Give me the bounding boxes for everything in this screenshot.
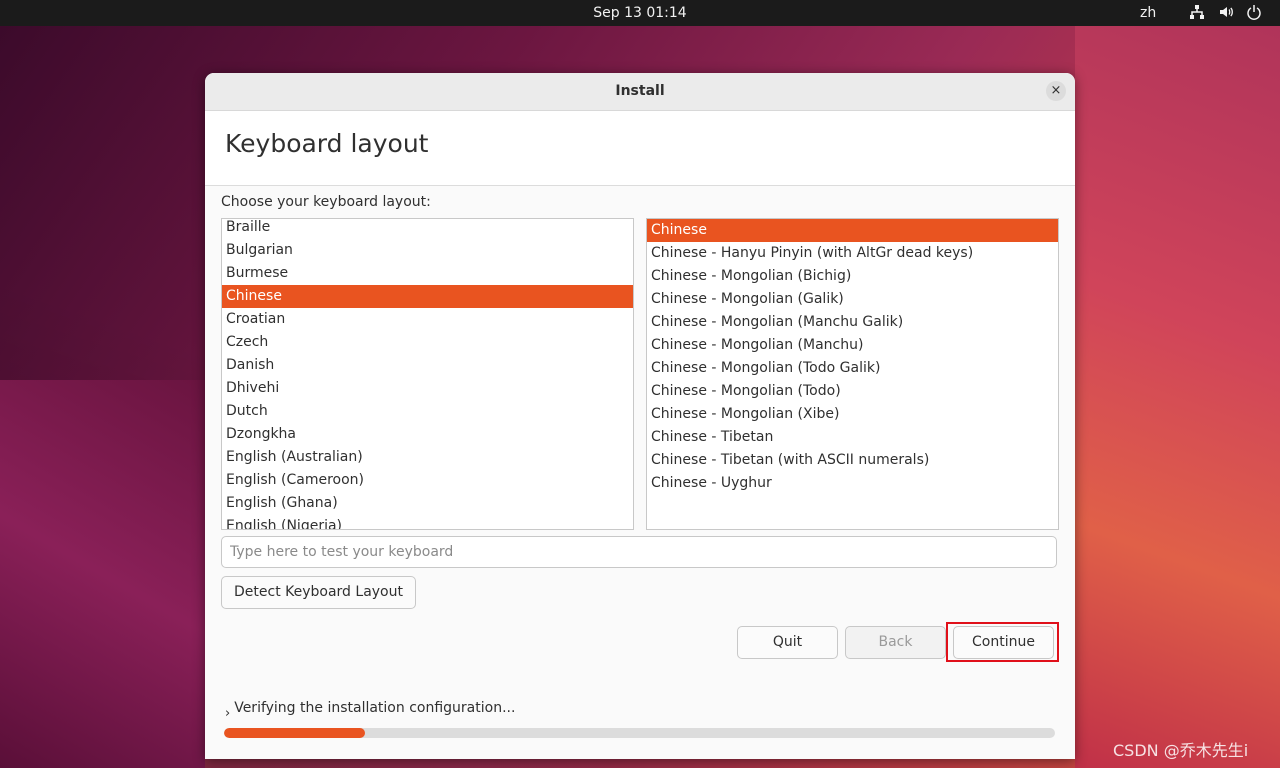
wallpaper-shape bbox=[0, 380, 205, 768]
list-item[interactable]: Chinese - Mongolian (Xibe) bbox=[647, 403, 1058, 426]
top-bar: Sep 13 01:14 zh bbox=[0, 0, 1280, 26]
list-item[interactable]: English (Ghana) bbox=[222, 492, 633, 515]
list-item[interactable]: Danish bbox=[222, 354, 633, 377]
list-item[interactable]: Chinese - Mongolian (Todo Galik) bbox=[647, 357, 1058, 380]
list-item[interactable]: Czech bbox=[222, 331, 633, 354]
wallpaper-shape bbox=[1075, 26, 1280, 768]
list-item[interactable]: Chinese - Uyghur bbox=[647, 472, 1058, 495]
list-item[interactable]: English (Cameroon) bbox=[222, 469, 633, 492]
list-item[interactable]: Dzongkha bbox=[222, 423, 633, 446]
list-item[interactable]: Chinese - Mongolian (Bichig) bbox=[647, 265, 1058, 288]
list-item[interactable]: Chinese - Mongolian (Manchu Galik) bbox=[647, 311, 1058, 334]
window-title: Install bbox=[615, 83, 665, 99]
keyboard-test-input[interactable] bbox=[221, 536, 1057, 568]
page-header: Keyboard layout bbox=[205, 111, 1075, 186]
status-row[interactable]: › Verifying the installation configuratio… bbox=[225, 700, 516, 721]
list-item[interactable]: Braille bbox=[222, 219, 633, 239]
list-item[interactable]: Croatian bbox=[222, 308, 633, 331]
list-item[interactable]: Dhivehi bbox=[222, 377, 633, 400]
close-icon[interactable]: × bbox=[1046, 81, 1066, 101]
list-item[interactable]: Chinese - Mongolian (Todo) bbox=[647, 380, 1058, 403]
quit-button[interactable]: Quit bbox=[737, 626, 838, 659]
list-item[interactable]: Chinese bbox=[222, 285, 633, 308]
list-item[interactable]: Dutch bbox=[222, 400, 633, 423]
volume-icon[interactable] bbox=[1218, 4, 1236, 22]
list-item[interactable]: English (Nigeria) bbox=[222, 515, 633, 529]
page-title: Keyboard layout bbox=[225, 129, 429, 158]
list-item[interactable]: Bulgarian bbox=[222, 239, 633, 262]
detect-layout-button[interactable]: Detect Keyboard Layout bbox=[221, 576, 416, 609]
variant-list[interactable]: Chinese Chinese - Hanyu Pinyin (with AltG… bbox=[646, 218, 1059, 530]
progress-fill bbox=[224, 728, 366, 738]
list-item[interactable]: Chinese bbox=[647, 219, 1058, 242]
list-item[interactable]: Chinese - Tibetan bbox=[647, 426, 1058, 449]
back-button[interactable]: Back bbox=[845, 626, 946, 659]
status-text: Verifying the installation configuration… bbox=[234, 700, 516, 716]
power-icon[interactable] bbox=[1246, 4, 1264, 22]
continue-button[interactable]: Continue bbox=[953, 626, 1054, 659]
layout-list[interactable]: Braille Bulgarian Burmese Chinese Croatian Cz… bbox=[221, 218, 634, 530]
progress-bar bbox=[224, 728, 1055, 738]
watermark: CSDN @乔木先生i bbox=[1113, 741, 1249, 760]
list-item[interactable]: Chinese - Mongolian (Galik) bbox=[647, 288, 1058, 311]
list-item[interactable]: Chinese - Mongolian (Manchu) bbox=[647, 334, 1058, 357]
chevron-right-icon[interactable]: › bbox=[225, 706, 230, 721]
layout-prompt: Choose your keyboard layout: bbox=[221, 194, 431, 210]
list-item[interactable]: Burmese bbox=[222, 262, 633, 285]
input-language-indicator[interactable]: zh bbox=[1140, 5, 1156, 21]
network-icon[interactable] bbox=[1189, 4, 1207, 22]
list-item[interactable]: Chinese - Hanyu Pinyin (with AltGr dead … bbox=[647, 242, 1058, 265]
list-item[interactable]: Chinese - Tibetan (with ASCII numerals) bbox=[647, 449, 1058, 472]
list-item[interactable]: English (Australian) bbox=[222, 446, 633, 469]
clock[interactable]: Sep 13 01:14 bbox=[0, 5, 1280, 21]
title-bar: Install × bbox=[205, 73, 1075, 111]
install-dialog: Install × Keyboard layout Choose your ke… bbox=[205, 73, 1075, 759]
